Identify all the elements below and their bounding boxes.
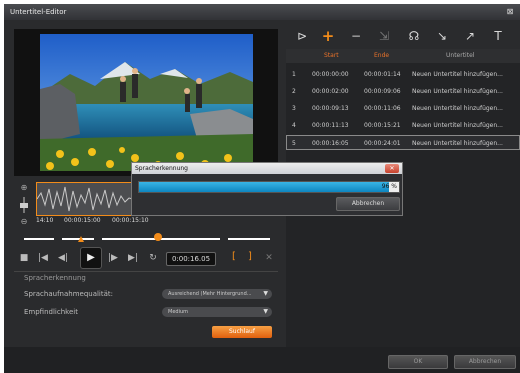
playhead-knob[interactable] xyxy=(154,233,162,241)
row-text: Neuen Untertitel hinzufügen... xyxy=(412,88,503,95)
go-end-icon[interactable]: ▶| xyxy=(126,251,140,265)
import-file-icon[interactable]: ↘ xyxy=(432,28,452,44)
quality-value: Ausreichend (Mehr Hintergrund... xyxy=(168,291,252,297)
merge-icon[interactable]: ⇲ xyxy=(374,28,394,44)
row-start: 00:00:16:05 xyxy=(312,140,349,147)
stop-icon[interactable]: ■ xyxy=(18,251,30,265)
row-text: Neuen Untertitel hinzufügen... xyxy=(412,105,503,112)
row-number: 5 xyxy=(292,140,296,147)
scrubber[interactable] xyxy=(24,233,270,242)
table-row[interactable]: 1 00:00:00:00 00:00:01:14 Neuen Untertit… xyxy=(286,67,520,82)
preview-image xyxy=(40,34,253,171)
scrubber-gap xyxy=(220,238,228,240)
prev-frame-icon[interactable]: ◀| xyxy=(56,251,70,265)
repeat-icon[interactable]: ↻ xyxy=(146,251,160,265)
sensitivity-select[interactable]: Medium ▼ xyxy=(162,307,272,317)
mark-in-icon[interactable]: [ xyxy=(232,250,236,264)
quality-select[interactable]: Ausreichend (Mehr Hintergrund... ▼ xyxy=(162,289,272,299)
remove-icon[interactable]: − xyxy=(346,28,366,44)
table-row[interactable]: 2 00:00:02:00 00:00:09:06 Neuen Untertit… xyxy=(286,84,520,99)
audio-waveform[interactable] xyxy=(36,182,134,216)
mark-out-icon[interactable]: ] xyxy=(248,250,252,264)
next-frame-icon[interactable]: |▶ xyxy=(106,251,120,265)
sensitivity-value: Medium xyxy=(168,309,188,315)
zoom-control[interactable]: ⊕ ⊖ xyxy=(19,183,29,227)
row-number: 3 xyxy=(292,105,296,112)
progress-fill xyxy=(139,182,389,192)
cancel-button[interactable]: Abbrechen xyxy=(454,355,516,369)
row-start: 00:00:11:13 xyxy=(312,122,349,129)
ok-button[interactable]: OK xyxy=(388,355,448,369)
tick-label: 00:00:15:10 xyxy=(112,217,149,224)
row-end: 00:00:15:21 xyxy=(364,122,401,129)
voice-recognition-icon[interactable]: ☊ xyxy=(404,28,424,44)
header-start: Start xyxy=(324,52,339,59)
header-end: Ende xyxy=(374,52,390,59)
tick-label: 14:10 xyxy=(36,217,54,224)
quality-label: Sprachaufnahmequalität: xyxy=(24,290,114,298)
go-start-icon[interactable]: |◀ xyxy=(36,251,50,265)
window-title: Untertitel-Editor xyxy=(10,8,67,16)
progress-label: 96 % xyxy=(381,183,397,190)
table-header: Start Ende Untertitel xyxy=(286,49,520,63)
transport-controls: ■ |◀ ◀| ▶ |▶ ▶| ↻ 0:00:16.05 [ ] ✕ xyxy=(18,247,280,269)
row-number: 4 xyxy=(292,122,296,129)
subtitle-toolbar: ⊳ + − ⇲ ☊ ↘ ↗ T xyxy=(286,25,520,47)
row-end: 00:00:09:06 xyxy=(364,88,401,95)
table-row[interactable]: 3 00:00:09:13 00:00:11:06 Neuen Untertit… xyxy=(286,101,520,116)
voice-recognition-panel: Spracherkennung Sprachaufnahmequalität: … xyxy=(14,271,278,344)
close-icon[interactable]: ⊠ xyxy=(504,7,516,17)
dialog-footer: OK Abbrechen xyxy=(4,347,520,373)
row-text: Neuen Untertitel hinzufügen... xyxy=(412,122,503,129)
search-button[interactable]: Suchlauf xyxy=(212,326,272,338)
dialog-title-bar: Spracherkennung ✕ xyxy=(132,163,402,174)
row-number: 1 xyxy=(292,71,296,78)
zoom-slider-knob[interactable] xyxy=(20,203,28,208)
row-start: 00:00:02:00 xyxy=(312,88,349,95)
row-start: 00:00:00:00 xyxy=(312,71,349,78)
chevron-down-icon: ▼ xyxy=(263,308,268,315)
dialog-title: Spracherkennung xyxy=(135,165,188,172)
row-text: Neuen Untertitel hinzufügen... xyxy=(412,140,503,147)
row-end: 00:00:01:14 xyxy=(364,71,401,78)
dialog-close-icon[interactable]: ✕ xyxy=(385,164,399,173)
mark-in-marker[interactable] xyxy=(78,236,84,242)
row-start: 00:00:09:13 xyxy=(312,105,349,112)
add-icon[interactable]: + xyxy=(318,28,338,44)
sensitivity-label: Empfindlichkeit xyxy=(24,308,78,316)
video-preview xyxy=(14,29,278,176)
row-text: Neuen Untertitel hinzufügen... xyxy=(412,71,503,78)
timecode-display[interactable]: 0:00:16.05 xyxy=(166,252,216,266)
zoom-out-icon[interactable]: ⊖ xyxy=(19,217,29,227)
progress-bar: 96 % xyxy=(138,181,400,193)
title-bar: Untertitel-Editor ⊠ xyxy=(4,4,520,20)
play-button[interactable]: ▶ xyxy=(80,247,102,269)
import-icon[interactable]: ⊳ xyxy=(292,28,312,44)
scrubber-gap xyxy=(94,238,102,240)
row-end: 00:00:11:06 xyxy=(364,105,401,112)
row-number: 2 xyxy=(292,88,296,95)
clear-marks-icon[interactable]: ✕ xyxy=(262,251,276,265)
dialog-cancel-button[interactable]: Abbrechen xyxy=(336,197,400,211)
row-end: 00:00:24:01 xyxy=(364,140,401,147)
text-edit-icon[interactable]: T xyxy=(488,28,508,44)
header-subtitle: Untertitel xyxy=(446,52,475,59)
table-row-selected[interactable]: 5 00:00:16:05 00:00:24:01 Neuen Untertit… xyxy=(286,135,520,150)
zoom-in-icon[interactable]: ⊕ xyxy=(19,183,29,193)
voice-recognition-dialog: Spracherkennung ✕ 96 % Abbrechen xyxy=(131,162,403,216)
tick-label: 00:00:15:00 xyxy=(64,217,101,224)
timeline-ruler: 14:10 00:00:15:00 00:00:15:10 xyxy=(36,217,276,227)
export-icon[interactable]: ↗ xyxy=(460,28,480,44)
scrubber-gap xyxy=(54,238,62,240)
panel-heading: Spracherkennung xyxy=(24,274,86,282)
table-row[interactable]: 4 00:00:11:13 00:00:15:21 Neuen Untertit… xyxy=(286,118,520,133)
chevron-down-icon: ▼ xyxy=(263,290,268,297)
